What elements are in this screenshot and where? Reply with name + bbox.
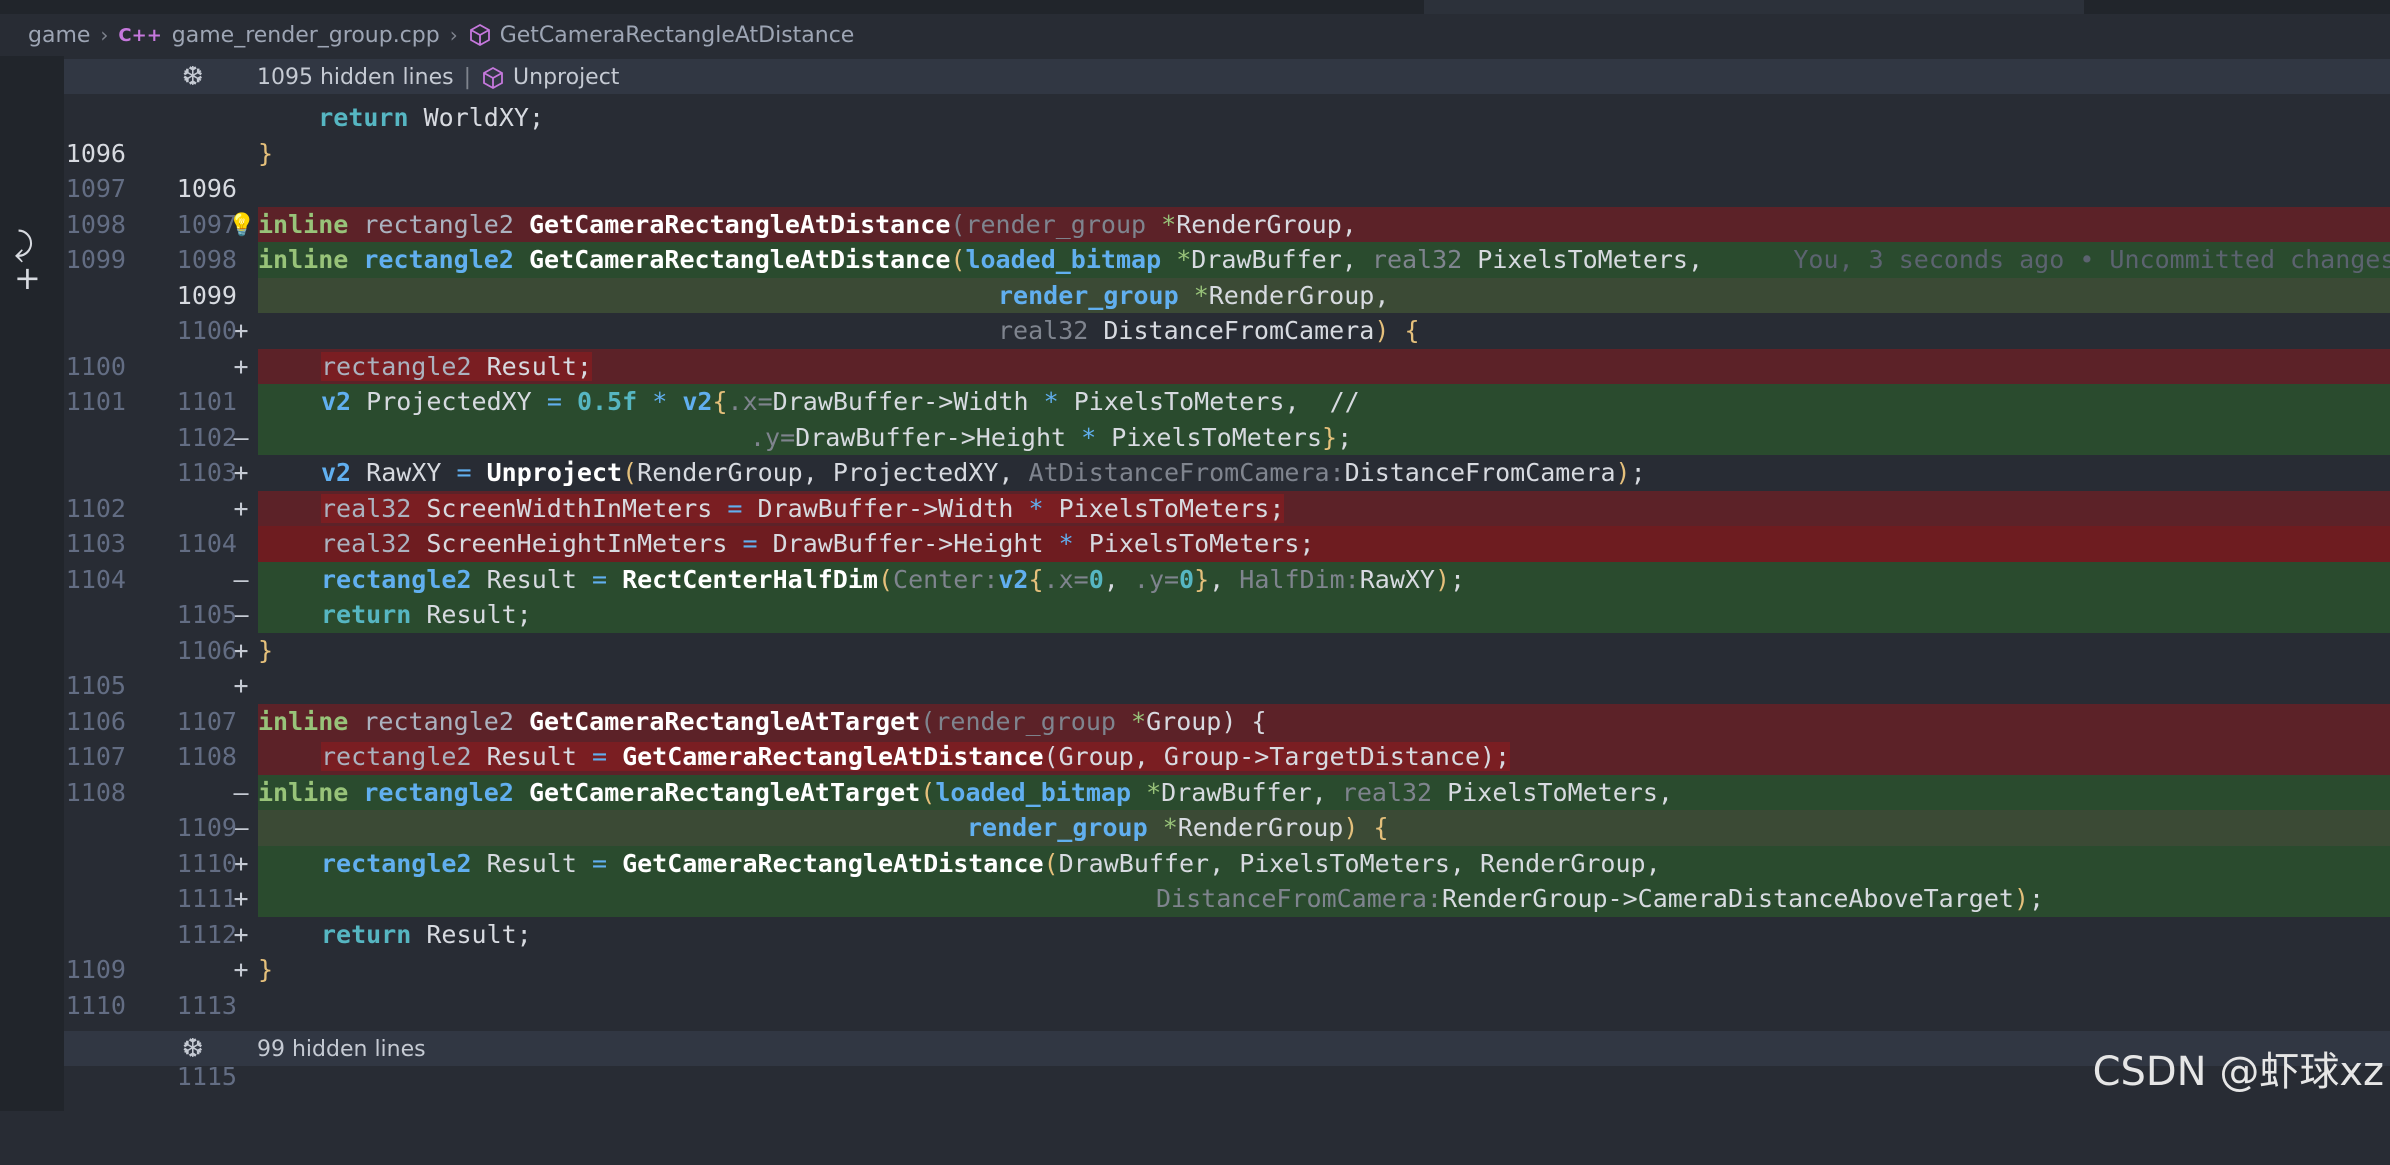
code-text[interactable]: .y=DrawBuffer->Height * PixelsToMeters}; (258, 419, 2390, 455)
code-text[interactable]: rectangle2 Result = GetCameraRectangleAt… (258, 739, 2390, 775)
diff-line-deleted[interactable]: 1104 — real32 ScreenHeightInMeters = Dra… (64, 526, 2390, 629)
code-text[interactable]: v2 ProjectedXY = 0.5f * v2{.x=DrawBuffer… (258, 384, 2390, 420)
code-text[interactable]: real32 DistanceFromCamera) { (258, 313, 2390, 349)
fold-symbol[interactable]: Unproject (513, 65, 619, 90)
diff-line-added[interactable]: 1109 + inline rectangle2 GetCameraRectan… (64, 774, 2390, 878)
diff-line-deleted[interactable]: 1107 — inline rectangle2 GetCameraRectan… (64, 703, 2390, 807)
diff-line-added[interactable]: 1111 + rectangle2 Result = GetCameraRect… (64, 845, 2390, 949)
diff-line[interactable]: 1102 1104 v2 RawXY = Unproject(RenderGro… (64, 455, 2390, 558)
unfold-snowflake-icon[interactable]: ❆ (182, 1034, 204, 1064)
breadcrumb-symbol[interactable]: GetCameraRectangleAtDistance (500, 23, 855, 48)
code-text[interactable]: inline rectangle2 GetCameraRectangleAtDi… (258, 206, 2390, 242)
diff-line-deleted[interactable]: 1099 💡 inline rectangle2 GetCameraRectan… (64, 206, 2390, 274)
cpp-file-icon: C++ (118, 24, 162, 46)
diff-line[interactable]: 1106 1108 (64, 668, 2390, 772)
lightbulb-icon[interactable]: 💡 (228, 208, 255, 244)
code-text[interactable]: inline rectangle2 GetCameraRectangleAtTa… (258, 703, 2390, 739)
tab-bar (0, 0, 2390, 14)
method-cube-icon (469, 23, 490, 47)
code-text[interactable]: return Result; (258, 597, 2390, 633)
diff-line-deleted[interactable]: 1101 — rectangle2 Result; (64, 348, 2390, 452)
diff-line-added[interactable]: 1099 + inline rectangle2 GetCameraRectan… (64, 242, 2390, 345)
diff-line[interactable]: 1111 1115 (64, 988, 2390, 1091)
tab-strip-segment[interactable] (1424, 0, 2084, 14)
diff-line[interactable]: 1100 1101 real32 DistanceFromCamera) { (64, 313, 2390, 416)
breadcrumb: game › C++ game_render_group.cpp › GetCa… (0, 14, 2390, 56)
diff-line-added[interactable]: 1100 + render_group *RenderGroup, (64, 277, 2390, 381)
watermark: CSDN @虾球xz (2092, 1049, 2384, 1095)
hidden-lines-label: 99 hidden lines (257, 1037, 426, 1062)
code-text[interactable]: render_group *RenderGroup) { (258, 810, 2390, 846)
code-text[interactable]: real32 ScreenWidthInMeters = DrawBuffer-… (258, 490, 2390, 526)
code-text[interactable] (258, 171, 2390, 207)
diff-line-added[interactable]: 1103 + .y=DrawBuffer->Height * PixelsToM… (64, 419, 2390, 523)
diff-line-deleted[interactable]: 1108 — rectangle2 Result = GetCameraRect… (64, 739, 2390, 842)
revert-change-icon[interactable]: ⤸ (14, 228, 33, 260)
code-text[interactable]: inline rectangle2 GetCameraRectangleAtDi… (258, 242, 2390, 278)
diff-line[interactable]: 1109 1113 return Result; (64, 917, 2390, 1020)
breadcrumb-file[interactable]: game_render_group.cpp (172, 23, 440, 48)
hidden-lines-fold-top[interactable]: ❆ 1095 hidden lines | Unproject (64, 59, 2390, 94)
code-text[interactable]: return WorldXY; (258, 100, 2390, 136)
code-text[interactable]: rectangle2 Result = RectCenterHalfDim(Ce… (258, 561, 2390, 597)
diff-line-added[interactable]: 1102 + v2 ProjectedXY = 0.5f * v2{.x=Dra… (64, 384, 2390, 487)
glyph-margin (0, 56, 64, 1111)
code-text[interactable]: real32 ScreenHeightInMeters = DrawBuffer… (258, 526, 2390, 562)
chevron-right-icon: › (449, 23, 458, 47)
code-text[interactable]: render_group *RenderGroup, (258, 277, 2390, 313)
code-text[interactable] (258, 668, 2390, 704)
chevron-right-icon: › (100, 23, 109, 47)
unfold-snowflake-icon[interactable]: ❆ (182, 62, 204, 92)
git-blame-annotation: You, 3 seconds ago • Uncommitted changes (1793, 245, 2390, 274)
diff-line-deleted[interactable]: 1103 — real32 ScreenWidthInMeters = Draw… (64, 490, 2390, 594)
code-text[interactable]: DistanceFromCamera:RenderGroup->CameraDi… (258, 881, 2390, 917)
code-text[interactable]: rectangle2 Result = GetCameraRectangleAt… (258, 845, 2390, 881)
code-text[interactable]: } (258, 952, 2390, 988)
diff-line[interactable]: 1105 1107 } (64, 633, 2390, 736)
diff-editor[interactable]: 1096 1096 return WorldXY; 1097 1097 } 10… (64, 100, 2390, 1091)
code-text[interactable]: } (258, 633, 2390, 669)
diff-line-added[interactable]: 1110 + render_group *RenderGroup) { (64, 810, 2390, 913)
diff-line[interactable]: 1098 1098 (64, 171, 2390, 275)
code-text[interactable]: return Result; (258, 917, 2390, 953)
code-text[interactable]: inline rectangle2 GetCameraRectangleAtTa… (258, 774, 2390, 810)
diff-line-added[interactable]: 1105 + rectangle2 Result = RectCenterHal… (64, 561, 2390, 665)
separator: | (463, 65, 472, 90)
stage-change-icon[interactable]: + (14, 262, 41, 294)
diff-line[interactable]: 1097 1097 } (64, 136, 2390, 239)
diff-line-added[interactable]: 1112 + DistanceFromCamera:RenderGroup->C… (64, 881, 2390, 984)
diff-line[interactable]: 1096 1096 return WorldXY; (64, 100, 2390, 203)
breadcrumb-folder[interactable]: game (28, 23, 90, 48)
code-text[interactable] (258, 988, 2390, 1024)
method-cube-icon (483, 66, 503, 90)
hidden-lines-fold-bottom[interactable]: ❆ 99 hidden lines (64, 1031, 2390, 1066)
code-text[interactable]: rectangle2 Result; (258, 348, 2390, 384)
code-text[interactable]: } (258, 136, 2390, 172)
code-text[interactable]: v2 RawXY = Unproject(RenderGroup, Projec… (258, 455, 2390, 491)
hidden-lines-label: 1095 hidden lines (257, 65, 454, 90)
diff-line-added[interactable]: 1106 + return Result; (64, 597, 2390, 700)
diff-line[interactable]: 1110 1114 } (64, 952, 2390, 1055)
